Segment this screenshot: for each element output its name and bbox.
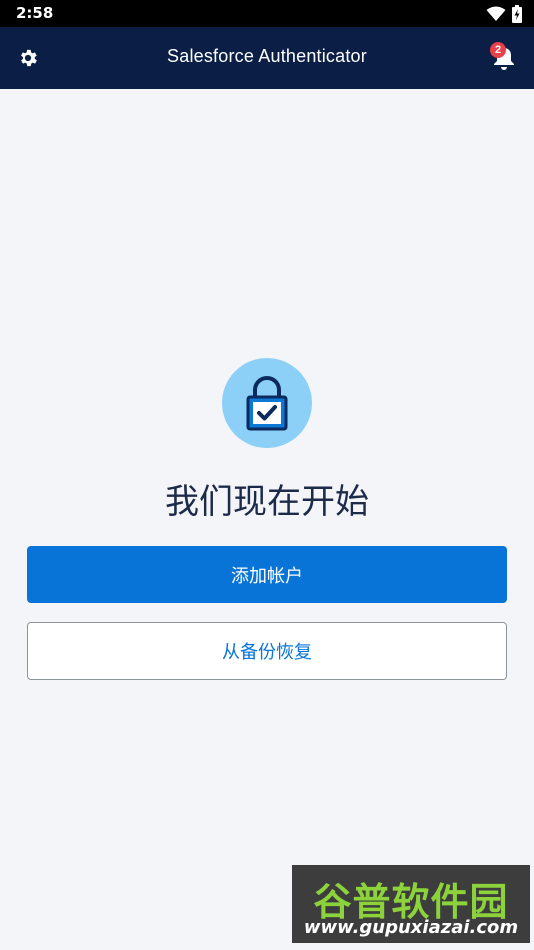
app-bar: Salesforce Authenticator 2 bbox=[0, 27, 534, 89]
add-account-button[interactable]: 添加帐户 bbox=[27, 546, 507, 603]
app-title: Salesforce Authenticator bbox=[167, 46, 367, 66]
watermark-logo: 谷普软件园 www.gupuxiazai.com bbox=[292, 865, 530, 943]
restore-from-backup-button[interactable]: 从备份恢复 bbox=[27, 622, 507, 680]
status-time: 2:58 bbox=[16, 4, 54, 22]
battery-charging-icon bbox=[512, 5, 522, 23]
lock-illustration bbox=[222, 358, 312, 448]
lock-check-icon bbox=[246, 376, 288, 431]
notifications-button[interactable]: 2 bbox=[488, 42, 520, 74]
page-headline: 我们现在开始 bbox=[165, 482, 369, 522]
wifi-icon bbox=[486, 6, 506, 21]
notification-badge: 2 bbox=[490, 42, 506, 58]
status-icons bbox=[486, 5, 522, 23]
watermark-url: www.gupuxiazai.com bbox=[303, 917, 519, 938]
status-bar: 2:58 bbox=[0, 0, 534, 27]
